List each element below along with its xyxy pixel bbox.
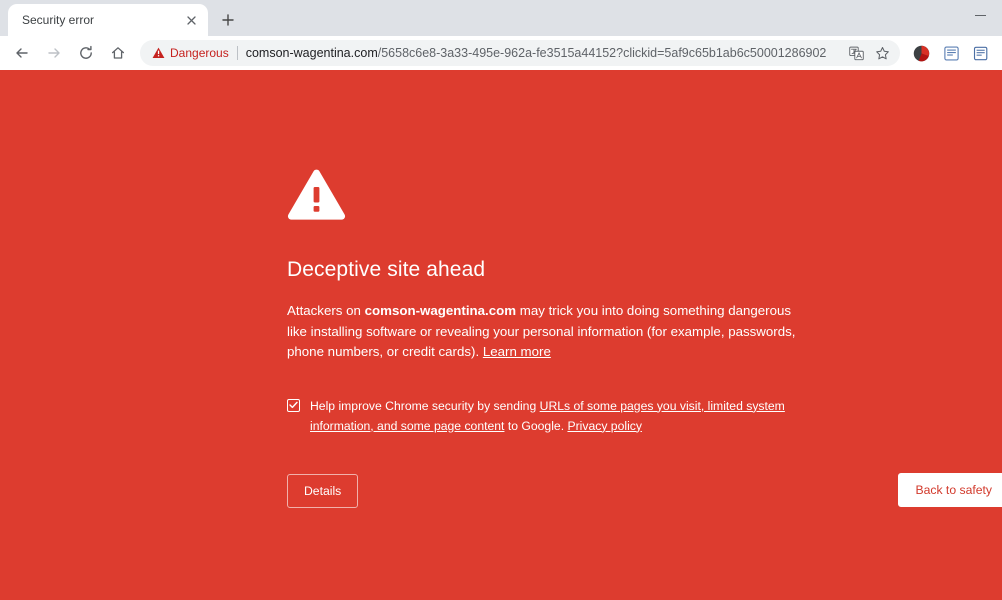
tab-security-error[interactable]: Security error bbox=[8, 4, 208, 36]
omnibox-icons bbox=[844, 41, 894, 65]
security-status-chip[interactable]: Dangerous bbox=[152, 46, 229, 60]
home-icon[interactable] bbox=[104, 39, 132, 67]
extension-icon[interactable] bbox=[968, 40, 994, 66]
window-controls bbox=[958, 0, 1002, 30]
body-host: comson-wagentina.com bbox=[364, 303, 517, 318]
body-text-before: Attackers on bbox=[287, 303, 365, 318]
reading-list-icon[interactable] bbox=[938, 40, 964, 66]
learn-more-link[interactable]: Learn more bbox=[483, 344, 551, 359]
safe-browsing-optin[interactable]: Help improve Chrome security by sending … bbox=[287, 396, 797, 436]
profile-avatar-icon[interactable] bbox=[908, 40, 934, 66]
minimize-button[interactable] bbox=[958, 0, 1002, 30]
back-icon[interactable] bbox=[8, 39, 36, 67]
interstitial-buttons: Details Back to safety bbox=[287, 472, 1002, 508]
page-title: Deceptive site ahead bbox=[287, 258, 486, 281]
browser-window: Security error Dangerous comson-wagentin… bbox=[0, 0, 1002, 600]
new-tab-button[interactable] bbox=[214, 6, 242, 34]
opt-in-label: Help improve Chrome security by sending … bbox=[310, 396, 797, 436]
tab-strip: Security error bbox=[0, 0, 1002, 36]
close-icon[interactable] bbox=[182, 11, 200, 29]
browser-toolbar: Dangerous comson-wagentina.com/5658c6e8-… bbox=[0, 36, 1002, 70]
reload-icon[interactable] bbox=[72, 39, 100, 67]
privacy-policy-link[interactable]: Privacy policy bbox=[567, 419, 642, 433]
forward-icon[interactable] bbox=[40, 39, 68, 67]
warning-triangle-icon bbox=[287, 168, 797, 226]
details-button[interactable]: Details bbox=[287, 473, 359, 508]
url-host: comson-wagentina.com bbox=[245, 46, 378, 60]
opt-in-checkbox[interactable] bbox=[287, 398, 300, 412]
security-interstitial-page: Deceptive site ahead Attackers on comson… bbox=[0, 70, 1002, 600]
security-status-label: Dangerous bbox=[170, 46, 229, 60]
warning-triangle-icon bbox=[152, 47, 165, 58]
url-path: /5658c6e8-3a33-495e-962a-fe3515a44152?cl… bbox=[377, 46, 827, 60]
back-to-safety-button[interactable]: Back to safety bbox=[898, 472, 1002, 507]
omnibox-separator bbox=[236, 46, 238, 60]
interstitial-content: Deceptive site ahead Attackers on comson… bbox=[287, 168, 1002, 508]
star-icon[interactable] bbox=[870, 41, 894, 65]
optin-text-before: Help improve Chrome security by sending bbox=[310, 398, 540, 413]
url-text: comson-wagentina.com/5658c6e8-3a33-495e-… bbox=[246, 46, 844, 60]
address-bar[interactable]: Dangerous comson-wagentina.com/5658c6e8-… bbox=[140, 40, 900, 66]
interstitial-body: Attackers on comson-wagentina.com may tr… bbox=[287, 301, 797, 363]
toolbar-extension-icons bbox=[906, 40, 996, 66]
translate-icon[interactable] bbox=[844, 41, 868, 65]
optin-text-middle: to Google. bbox=[504, 418, 568, 433]
tab-title: Security error bbox=[22, 13, 95, 27]
